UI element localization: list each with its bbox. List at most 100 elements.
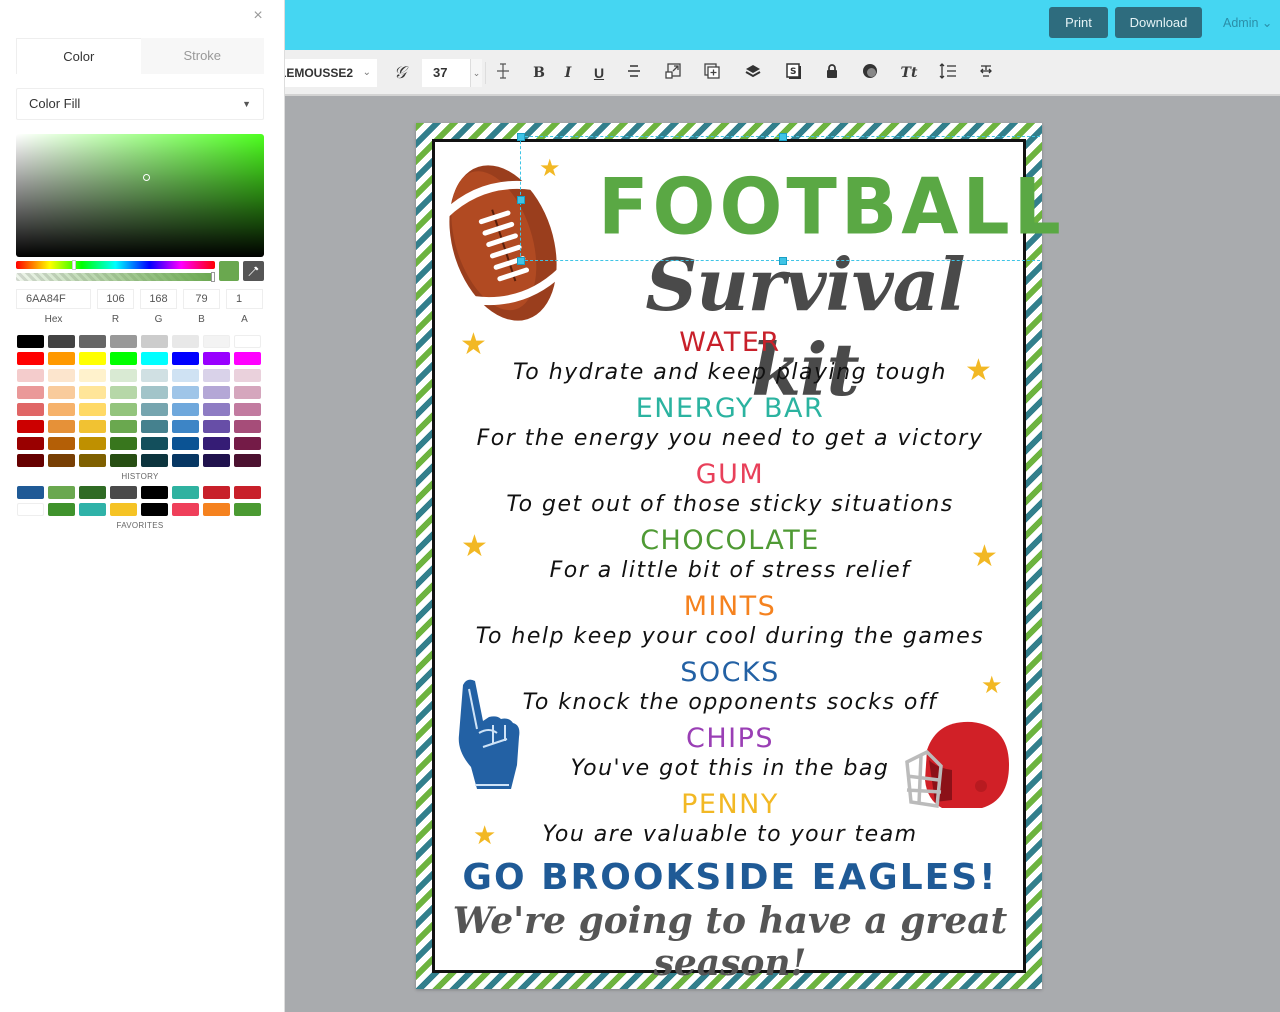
palette-swatch[interactable] (234, 369, 261, 382)
favorite-swatch[interactable] (110, 503, 137, 516)
kit-item-description[interactable]: To hydrate and keep playing tough (435, 358, 1025, 388)
italic-icon[interactable]: I (557, 63, 579, 83)
line-height-icon[interactable] (937, 63, 959, 83)
favorite-swatch[interactable] (79, 503, 106, 516)
palette-swatch[interactable] (79, 403, 106, 416)
palette-swatch[interactable] (17, 420, 44, 433)
resize-icon[interactable] (662, 63, 684, 83)
favorite-swatch[interactable] (203, 503, 230, 516)
fill-mode-select[interactable]: Color Fill ▼ (16, 88, 264, 120)
palette-swatch[interactable] (110, 454, 137, 467)
palette-swatch[interactable] (79, 437, 106, 450)
history-swatch[interactable] (48, 486, 75, 499)
picker-handle[interactable] (143, 174, 150, 181)
palette-swatch[interactable] (203, 454, 230, 467)
palette-swatch[interactable] (203, 403, 230, 416)
text-spacing-icon[interactable] (492, 63, 514, 83)
kit-item-name[interactable]: WATER (435, 328, 1025, 358)
palette-swatch[interactable] (234, 437, 261, 450)
duplicate-icon[interactable] (701, 63, 723, 83)
tab-color[interactable]: Color (16, 38, 141, 74)
palette-swatch[interactable] (48, 420, 75, 433)
layers-icon[interactable] (742, 63, 764, 83)
palette-swatch[interactable] (234, 403, 261, 416)
history-swatch[interactable] (172, 486, 199, 499)
palette-swatch[interactable] (234, 386, 261, 399)
palette-swatch[interactable] (234, 454, 261, 467)
hex-input[interactable]: 6AA84F (16, 289, 91, 309)
palette-swatch[interactable] (203, 352, 230, 365)
admin-menu[interactable]: Admin ⌄ (1223, 15, 1272, 30)
palette-swatch[interactable] (141, 437, 168, 450)
palette-swatch[interactable] (79, 420, 106, 433)
document-page[interactable]: FOOTBALL Survival kit WATER To hydrate an… (416, 123, 1061, 989)
palette-swatch[interactable] (17, 352, 44, 365)
history-swatch[interactable] (234, 486, 261, 499)
palette-swatch[interactable] (172, 369, 199, 382)
s-icon[interactable]: S (783, 63, 805, 83)
palette-swatch[interactable] (141, 335, 168, 348)
kit-item-description[interactable]: To get out of those sticky situations (435, 490, 1025, 520)
palette-swatch[interactable] (17, 369, 44, 382)
palette-swatch[interactable] (110, 420, 137, 433)
palette-swatch[interactable] (48, 369, 75, 382)
selection-handle[interactable] (517, 133, 525, 141)
history-swatch[interactable] (110, 486, 137, 499)
palette-swatch[interactable] (141, 454, 168, 467)
palette-swatch[interactable] (48, 403, 75, 416)
font-family-select[interactable]: LEMOUSSE2 ⌄ (285, 59, 377, 87)
hue-slider-handle[interactable] (72, 260, 76, 270)
palette-swatch[interactable] (79, 352, 106, 365)
palette-swatch[interactable] (203, 369, 230, 382)
favorite-swatch[interactable] (172, 503, 199, 516)
bold-icon[interactable]: B (528, 63, 550, 83)
green-input[interactable]: 168 (140, 289, 177, 309)
palette-swatch[interactable] (17, 403, 44, 416)
kit-item-name[interactable]: CHOCOLATE (435, 526, 1025, 556)
saturation-value-picker[interactable] (16, 134, 264, 257)
kit-item-description[interactable]: For the energy you need to get a victory (435, 424, 1025, 454)
palette-swatch[interactable] (172, 403, 199, 416)
red-input[interactable]: 106 (97, 289, 134, 309)
palette-swatch[interactable] (172, 335, 199, 348)
history-swatch[interactable] (17, 486, 44, 499)
alpha-input[interactable]: 1 (226, 289, 263, 309)
selection-handle[interactable] (779, 257, 787, 265)
palette-swatch[interactable] (234, 420, 261, 433)
palette-swatch[interactable] (110, 369, 137, 382)
font-size-input[interactable]: 37 (422, 59, 470, 87)
favorite-swatch[interactable] (17, 503, 44, 516)
underline-icon[interactable]: U (588, 63, 610, 83)
palette-swatch[interactable] (141, 420, 168, 433)
kit-item-name[interactable]: GUM (435, 460, 1025, 490)
palette-swatch[interactable] (48, 437, 75, 450)
strikethrough-icon[interactable] (623, 63, 645, 83)
palette-swatch[interactable] (17, 437, 44, 450)
blue-input[interactable]: 79 (183, 289, 220, 309)
history-swatch[interactable] (203, 486, 230, 499)
palette-swatch[interactable] (48, 454, 75, 467)
favorite-swatch[interactable] (141, 503, 168, 516)
palette-swatch[interactable] (79, 369, 106, 382)
download-button[interactable]: Download (1115, 7, 1202, 38)
lock-icon[interactable] (821, 63, 843, 83)
palette-swatch[interactable] (234, 335, 261, 348)
selection-handle[interactable] (517, 196, 525, 204)
hue-slider[interactable] (16, 261, 215, 269)
tab-stroke[interactable]: Stroke (141, 38, 265, 74)
opacity-icon[interactable] (859, 63, 881, 83)
palette-swatch[interactable] (141, 386, 168, 399)
font-style-icon[interactable]: 𝒢 (389, 63, 411, 83)
kit-item-name[interactable]: ENERGY BAR (435, 394, 1025, 424)
palette-swatch[interactable] (141, 403, 168, 416)
palette-swatch[interactable] (110, 403, 137, 416)
palette-swatch[interactable] (110, 386, 137, 399)
kit-item-name[interactable]: MINTS (435, 592, 1025, 622)
kit-item-description[interactable]: For a little bit of stress relief (435, 556, 1025, 586)
palette-swatch[interactable] (141, 352, 168, 365)
palette-swatch[interactable] (203, 437, 230, 450)
history-swatch[interactable] (141, 486, 168, 499)
palette-swatch[interactable] (79, 335, 106, 348)
palette-swatch[interactable] (172, 454, 199, 467)
palette-swatch[interactable] (110, 437, 137, 450)
